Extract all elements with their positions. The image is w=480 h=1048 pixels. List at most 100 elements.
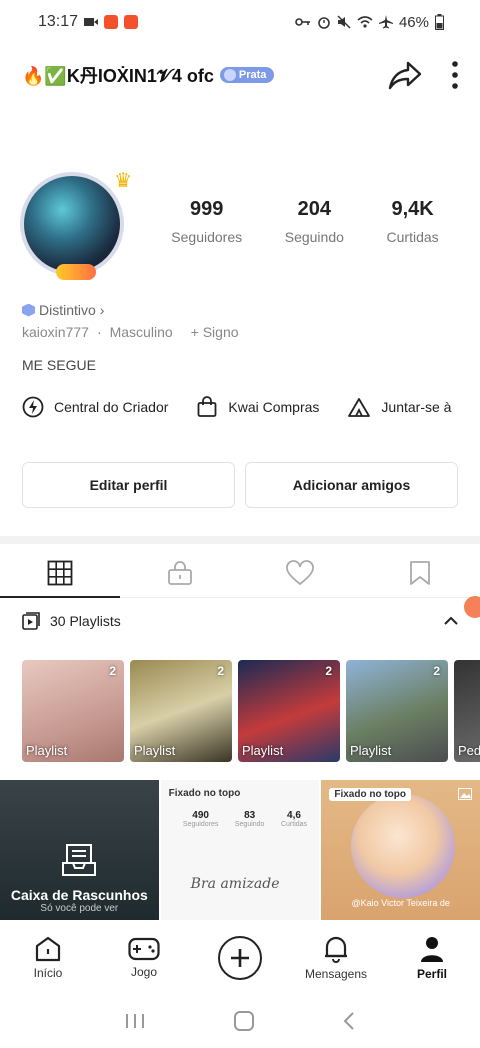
thumb-stat-label: Seguindo (234, 821, 265, 828)
thumb-stat-value: 4,6 (287, 810, 301, 821)
tab-grid[interactable] (0, 548, 120, 598)
stat-likes[interactable]: 9,4K Curtidas (387, 198, 439, 245)
profile-name: 🔥✅K丹IOẊIN1𝓥4 ofc (22, 66, 214, 86)
stat-label: Seguidores (171, 229, 243, 245)
edit-profile-button[interactable]: Editar perfil (22, 462, 235, 508)
level-badge-label: Prata (238, 69, 267, 81)
nav-label: Início (33, 966, 63, 980)
playlist-label: Playlist (134, 743, 176, 758)
video-camera-icon (84, 18, 99, 26)
playlist-card[interactable]: 2 Playlist (130, 660, 232, 762)
nav-create[interactable] (192, 924, 288, 992)
badge-icon (223, 69, 236, 81)
distintivo-icon (22, 303, 35, 317)
avatar-container[interactable]: ♛ (18, 168, 132, 280)
crown-icon: ♛ (114, 170, 132, 192)
playlist-count: 2 (433, 664, 440, 678)
battery-icon (435, 14, 444, 30)
home-icon (35, 936, 61, 962)
battery-percent: 46% (398, 13, 429, 31)
wifi-icon (357, 16, 373, 28)
home-button-icon[interactable] (233, 1010, 255, 1032)
lock-icon (168, 560, 192, 585)
shortcut-label: Juntar-se à (381, 399, 452, 415)
add-friends-button[interactable]: Adicionar amigos (245, 462, 458, 508)
app-notification-icon (104, 15, 119, 29)
app-notification-icon (124, 15, 139, 29)
create-button[interactable] (218, 936, 262, 980)
playlist-icon (22, 612, 40, 630)
key-icon (295, 18, 310, 26)
stat-value: 999 (190, 198, 224, 220)
shopping-bag-icon (197, 396, 217, 417)
nav-label: Jogo (130, 965, 158, 979)
thumb-stat: 83 Seguindo (235, 810, 265, 828)
chevron-up-icon[interactable] (444, 616, 458, 626)
thumb-stat-label: Seguidores (182, 821, 219, 828)
nav-label: Mensagens (304, 967, 368, 981)
stat-label: Seguindo (284, 229, 344, 245)
video-thumbnail[interactable]: Fixado no topo 490 Seguidores 83 Seguindo … (160, 780, 320, 920)
thumb-stat-label: Curtidas (280, 821, 308, 828)
nav-profile[interactable]: Perfil (384, 924, 480, 992)
back-icon[interactable] (342, 1011, 356, 1031)
nav-games[interactable]: Jogo (96, 924, 192, 992)
share-icon[interactable] (388, 60, 422, 90)
avatar[interactable] (20, 172, 124, 276)
stat-following[interactable]: 204 Seguindo (285, 198, 344, 245)
playlist-count: 2 (325, 664, 332, 678)
shortcut-join[interactable]: Juntar-se à (347, 396, 451, 418)
stat-followers[interactable]: 999 Seguidores (171, 198, 242, 245)
playlist-card[interactable]: 2 Playlist (22, 660, 124, 762)
playlist-count: 2 (109, 664, 116, 678)
grid-icon (47, 560, 73, 585)
playlist-label: Playlist (26, 743, 68, 758)
bolt-icon (22, 396, 44, 418)
thumbnail-image (351, 794, 456, 898)
alarm-icon (318, 17, 330, 29)
sign-button[interactable]: + Signo (191, 324, 239, 340)
nav-home[interactable]: Início (0, 924, 96, 992)
nav-messages[interactable]: Mensagens (288, 924, 384, 992)
floating-bubble[interactable] (464, 596, 480, 618)
shortcut-creator-center[interactable]: Central do Criador (22, 396, 168, 418)
pinned-label: Fixado no topo (168, 788, 241, 799)
drafts-box[interactable]: Caixa de Rascunhos Só você pode ver (0, 780, 159, 920)
more-options-icon[interactable] (452, 61, 458, 89)
inbox-icon (62, 844, 97, 876)
distintivo-link[interactable]: Distintivo › (22, 302, 104, 318)
playlist-card[interactable]: Pedi (454, 660, 480, 762)
system-navigation (0, 994, 480, 1048)
gamepad-icon (128, 937, 160, 961)
chevron-right-icon: › (99, 302, 105, 318)
thumb-stat-value: 490 (192, 810, 209, 821)
avatar-decoration (56, 264, 96, 280)
username: kaioxin777 (22, 324, 89, 340)
shortcut-kwai-shop[interactable]: Kwai Compras (196, 396, 319, 418)
profile-meta: kaioxin777 · Masculino + Signo (22, 324, 239, 340)
stat-label: Curtidas (386, 229, 439, 245)
recent-apps-icon[interactable] (124, 1012, 146, 1030)
stat-value: 204 (297, 198, 331, 220)
bookmark-icon (410, 560, 430, 585)
playlist-card[interactable]: 2 Playlist (238, 660, 340, 762)
tab-liked[interactable] (240, 548, 360, 597)
tab-private[interactable] (120, 548, 240, 597)
video-thumbnail[interactable]: Fixado no topo @Kaio Victor Teixeira de (321, 780, 480, 920)
shortcuts-row: Central do Criador Kwai Compras Juntar-s… (22, 396, 480, 418)
playlist-count: 2 (217, 664, 224, 678)
airplane-icon (378, 15, 393, 29)
plus-icon: + (190, 324, 199, 340)
image-icon (458, 788, 473, 800)
playlists-header[interactable]: 30 Playlists (22, 612, 458, 630)
level-badge[interactable]: Prata (219, 67, 275, 83)
playlists-count: 30 Playlists (50, 613, 121, 629)
thumbnail-caption: @Kaio Victor Teixeira de (351, 898, 450, 908)
tab-saved[interactable] (360, 548, 480, 597)
profile-top-bar: 🔥✅K丹IOẊIN1𝓥4 ofc Prata (0, 52, 480, 98)
gender: Masculino (109, 324, 173, 340)
profile-actions: Editar perfil Adicionar amigos (22, 462, 458, 508)
sign-label: Signo (202, 324, 239, 340)
content-tabs (0, 548, 480, 598)
playlist-card[interactable]: 2 Playlist (346, 660, 448, 762)
